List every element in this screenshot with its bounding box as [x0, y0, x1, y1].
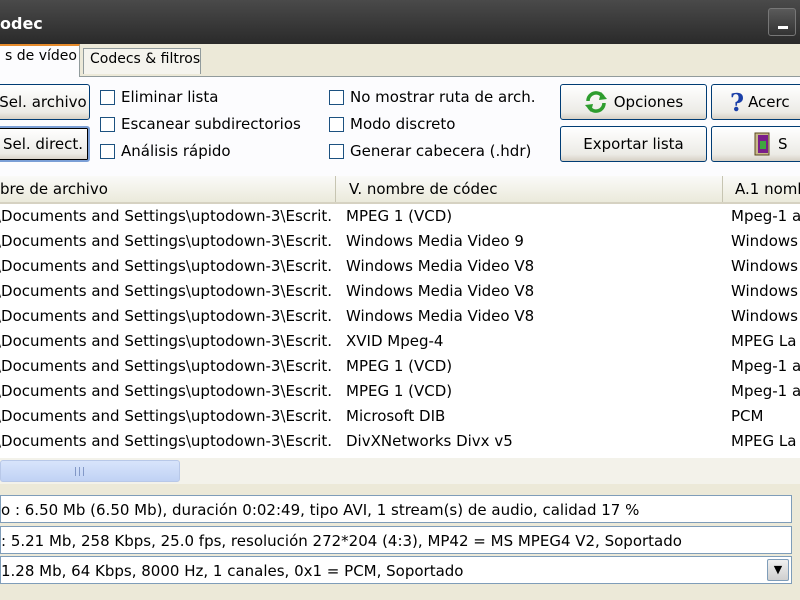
checkbox-box[interactable]: [100, 89, 115, 105]
cell-audio-codec: MPEG La: [731, 332, 797, 350]
select-directory-label: Sel. direct.: [2, 135, 84, 153]
checkbox-label: No mostrar ruta de arch.: [350, 88, 536, 106]
checkbox-label: Análisis rápido: [121, 142, 231, 160]
options-label: Opciones: [613, 93, 684, 111]
window-title: odec: [0, 14, 43, 33]
checkbox-analisis-rapido[interactable]: Análisis rápido: [100, 142, 231, 160]
checkbox-modo-discreto[interactable]: Modo discreto: [329, 115, 455, 133]
table-row[interactable]: \Documents and Settings\uptodown-3\Escri…: [0, 229, 800, 254]
table-row[interactable]: \Documents and Settings\uptodown-3\Escri…: [0, 279, 800, 304]
cell-audio-codec: Mpeg-1 a: [731, 357, 800, 375]
checkbox-label: Escanear subdirectorios: [121, 115, 301, 133]
export-list-label: Exportar lista: [583, 135, 684, 153]
options-button[interactable]: Opciones: [560, 84, 707, 120]
tab-codecs-filters[interactable]: Codecs & filtros: [83, 48, 201, 74]
cell-filename: \Documents and Settings\uptodown-3\Escri…: [0, 382, 332, 400]
exit-button[interactable]: S: [711, 126, 800, 162]
table-row[interactable]: \Documents and Settings\uptodown-3\Escri…: [0, 329, 800, 354]
cell-audio-codec: Windows: [731, 282, 798, 300]
cell-filename: \Documents and Settings\uptodown-3\Escri…: [0, 207, 332, 225]
checkbox-escanear-subdirectorios[interactable]: Escanear subdirectorios: [100, 115, 301, 133]
info-line-video: : 5.21 Mb, 258 Kbps, 25.0 fps, resolució…: [0, 526, 792, 554]
about-button[interactable]: ? Acerc: [711, 84, 800, 120]
cell-video-codec: MPEG 1 (VCD): [346, 357, 453, 375]
about-label: Acerc: [748, 93, 790, 111]
table-row[interactable]: \Documents and Settings\uptodown-3\Escri…: [0, 429, 800, 454]
checkbox-label: Eliminar lista: [121, 88, 219, 106]
cell-video-codec: XVID Mpeg-4: [346, 332, 444, 350]
column-header-audio-codec[interactable]: A.1 nomb: [731, 176, 800, 202]
cell-video-codec: Windows Media Video 9: [346, 232, 524, 250]
minimize-button[interactable]: [768, 8, 796, 36]
cell-filename: \Documents and Settings\uptodown-3\Escri…: [0, 282, 332, 300]
list-header: bre de archivo V. nombre de códec A.1 no…: [0, 176, 800, 204]
table-row[interactable]: \Documents and Settings\uptodown-3\Escri…: [0, 304, 800, 329]
checkbox-box[interactable]: [329, 116, 344, 132]
cell-audio-codec: Windows: [731, 232, 798, 250]
cell-video-codec: Windows Media Video V8: [346, 257, 535, 275]
window-bottom-border: [0, 590, 800, 600]
select-directory-button[interactable]: Sel. direct.: [0, 126, 90, 162]
cell-video-codec: Windows Media Video V8: [346, 307, 535, 325]
select-file-button[interactable]: Sel. archivo: [0, 84, 90, 120]
cell-audio-codec: MPEG La: [731, 432, 797, 450]
table-row[interactable]: \Documents and Settings\uptodown-3\Escri…: [0, 254, 800, 279]
file-list: \Documents and Settings\uptodown-3\Escri…: [0, 204, 800, 458]
tab-strip: s de vídeo Codecs & filtros: [0, 44, 800, 77]
scrollbar-thumb[interactable]: |||: [0, 460, 180, 482]
info-line-file: o : 6.50 Mb (6.50 Mb), duración 0:02:49,…: [0, 495, 792, 523]
checkbox-box[interactable]: [100, 143, 115, 159]
checkbox-label: Generar cabecera (.hdr): [350, 142, 532, 160]
cell-video-codec: Microsoft DIB: [346, 407, 446, 425]
table-row[interactable]: \Documents and Settings\uptodown-3\Escri…: [0, 354, 800, 379]
select-file-label: Sel. archivo: [0, 93, 87, 111]
checkbox-eliminar-lista[interactable]: Eliminar lista: [100, 88, 218, 106]
info-line-audio-text: 1.28 Mb, 64 Kbps, 8000 Hz, 1 canales, 0x…: [1, 562, 464, 580]
checkbox-box[interactable]: [100, 116, 115, 132]
exit-label: S: [778, 135, 788, 153]
cell-filename: \Documents and Settings\uptodown-3\Escri…: [0, 232, 332, 250]
cell-filename: \Documents and Settings\uptodown-3\Escri…: [0, 332, 332, 350]
chevron-down-icon: ▼: [773, 563, 783, 576]
column-header-video-codec[interactable]: V. nombre de códec: [345, 176, 723, 202]
options-panel: Sel. archivo Sel. direct. Eliminar lista…: [0, 76, 800, 177]
cell-filename: \Documents and Settings\uptodown-3\Escri…: [0, 307, 332, 325]
exit-icon: [754, 132, 770, 156]
cell-filename: \Documents and Settings\uptodown-3\Escri…: [0, 407, 332, 425]
checkbox-label: Modo discreto: [350, 115, 456, 133]
cell-audio-codec: Mpeg-1 a: [731, 382, 800, 400]
help-icon: ?: [730, 87, 745, 117]
checkbox-box[interactable]: [329, 143, 344, 159]
cell-video-codec: DivXNetworks Divx v5: [346, 432, 513, 450]
column-header-filename[interactable]: bre de archivo: [0, 176, 336, 202]
tab-video-files[interactable]: s de vídeo: [0, 44, 80, 77]
cell-filename: \Documents and Settings\uptodown-3\Escri…: [0, 432, 332, 450]
cell-video-codec: MPEG 1 (VCD): [346, 207, 453, 225]
table-row[interactable]: \Documents and Settings\uptodown-3\Escri…: [0, 404, 800, 429]
cell-audio-codec: PCM: [731, 407, 764, 425]
export-list-button[interactable]: Exportar lista: [560, 126, 707, 162]
horizontal-scrollbar[interactable]: |||: [0, 458, 800, 484]
cell-filename: \Documents and Settings\uptodown-3\Escri…: [0, 257, 332, 275]
grip-icon: |||: [74, 467, 87, 477]
cell-audio-codec: Mpeg-1 a: [731, 207, 800, 225]
cell-filename: \Documents and Settings\uptodown-3\Escri…: [0, 357, 332, 375]
checkbox-generar-cabecera[interactable]: Generar cabecera (.hdr): [329, 142, 531, 160]
cell-video-codec: Windows Media Video V8: [346, 282, 535, 300]
table-row[interactable]: \Documents and Settings\uptodown-3\Escri…: [0, 379, 800, 404]
cell-audio-codec: Windows: [731, 307, 798, 325]
refresh-icon: [584, 91, 607, 113]
title-bar: odec: [0, 0, 800, 44]
table-row[interactable]: \Documents and Settings\uptodown-3\Escri…: [0, 204, 800, 229]
cell-audio-codec: Windows: [731, 257, 798, 275]
checkbox-no-mostrar-ruta[interactable]: No mostrar ruta de arch.: [329, 88, 536, 106]
checkbox-box[interactable]: [329, 89, 344, 105]
minimize-icon: [778, 26, 788, 29]
info-line-audio[interactable]: 1.28 Mb, 64 Kbps, 8000 Hz, 1 canales, 0x…: [0, 556, 792, 584]
cell-video-codec: MPEG 1 (VCD): [346, 382, 453, 400]
audio-stream-dropdown[interactable]: ▼: [767, 559, 789, 581]
